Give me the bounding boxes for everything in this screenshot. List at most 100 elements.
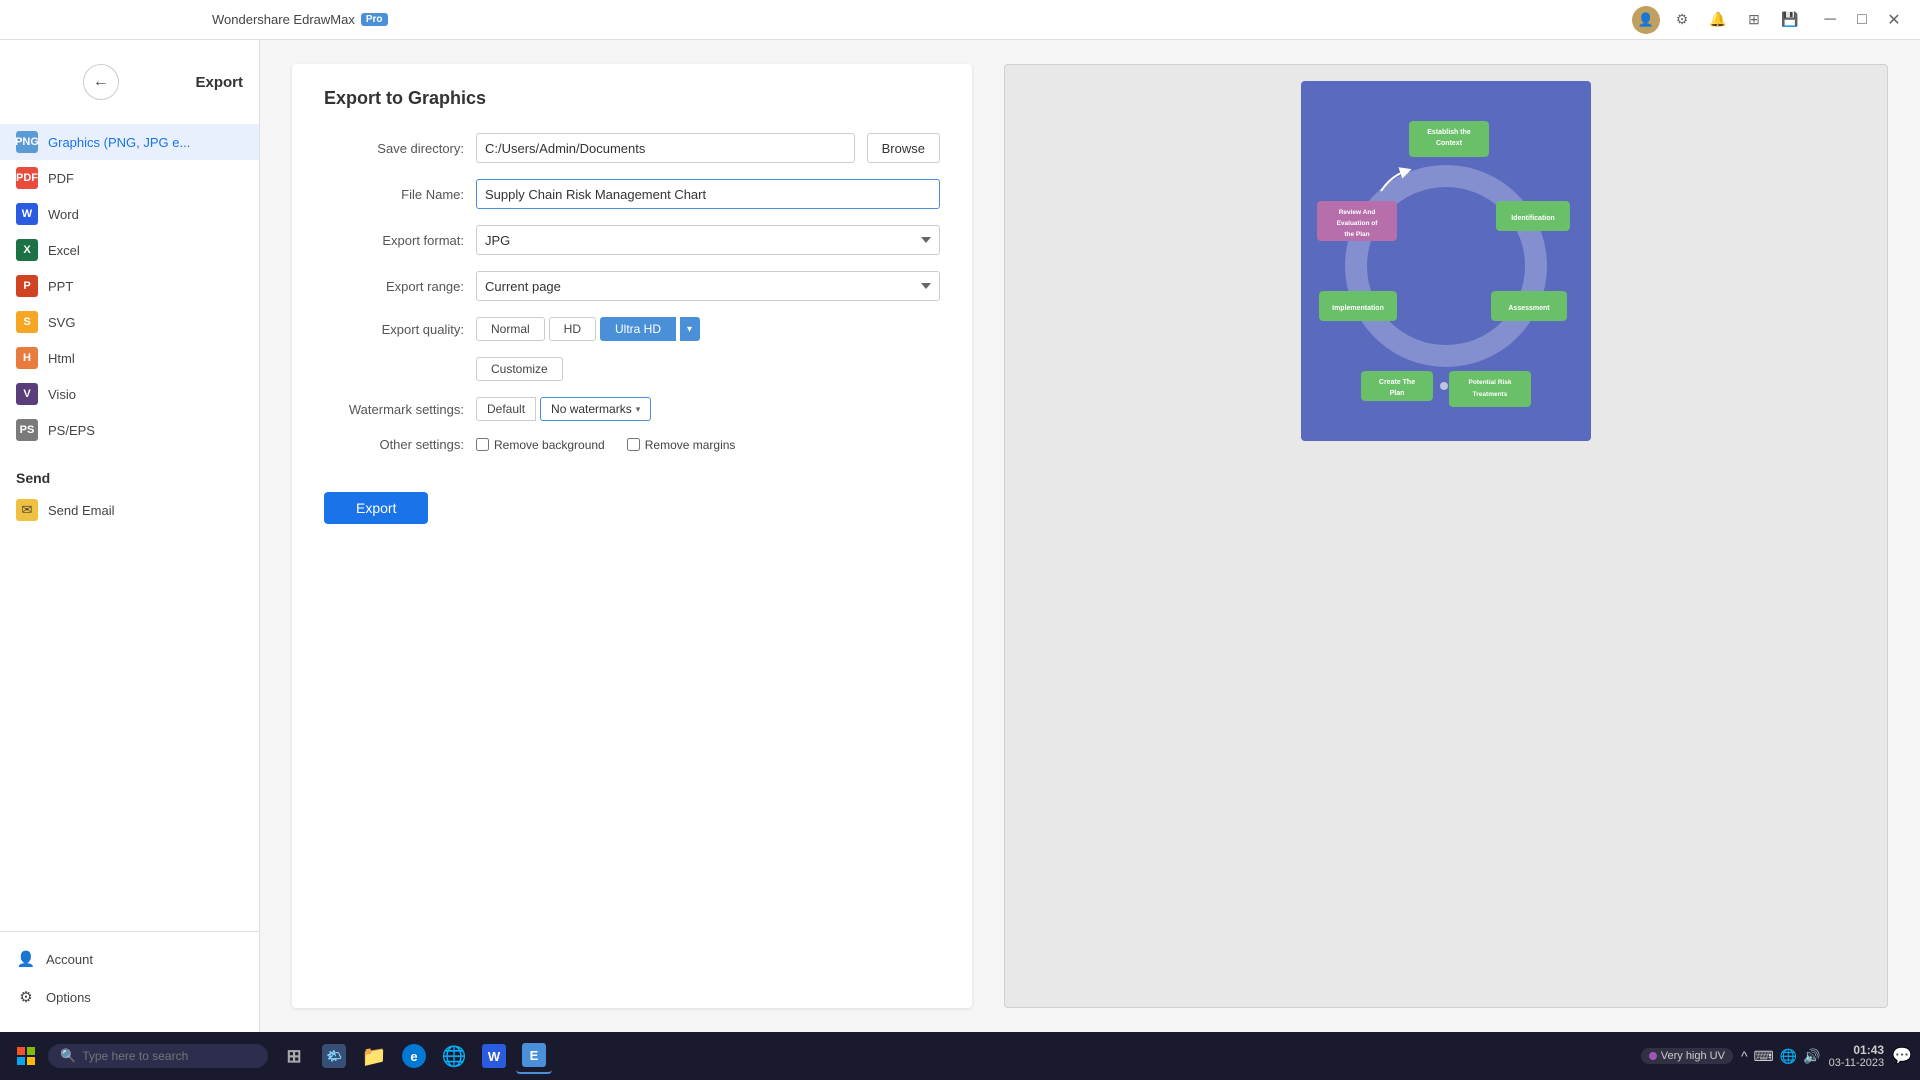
svg-text:Create The: Create The <box>1379 379 1415 386</box>
taskbar-app-word[interactable]: W <box>476 1038 512 1074</box>
notification-icon[interactable]: 💬 <box>1892 1046 1912 1066</box>
remove-margins-input[interactable] <box>627 438 640 451</box>
format-icon-html: H <box>16 347 38 369</box>
restore-button[interactable]: □ <box>1848 6 1876 34</box>
remove-background-input[interactable] <box>476 438 489 451</box>
options-icon: ⚙ <box>16 987 36 1007</box>
grid-icon[interactable]: ⊞ <box>1740 6 1768 34</box>
titlebar: Wondershare EdrawMax Pro 👤 ⚙ 🔔 ⊞ 💾 ─ □ ✕ <box>0 0 1920 40</box>
customize-row: Customize <box>324 357 940 381</box>
taskbar-app-edraw[interactable]: E <box>516 1038 552 1074</box>
watermark-no-watermarks-button[interactable]: No watermarks ▾ <box>540 397 651 421</box>
export-format-row: Export format: JPG PNG BMP TIFF <box>324 225 940 255</box>
taskbar-app-chrome[interactable]: 🌐 <box>436 1038 472 1074</box>
watermark-default-button[interactable]: Default <box>476 397 536 421</box>
send-section: Send ✉ Send Email <box>0 456 259 536</box>
app-body: ← Export PNG Graphics (PNG, JPG e... PDF… <box>0 40 1920 1032</box>
preview-panel: Establish the Context Identification Ass… <box>1004 64 1888 1008</box>
taskbar-apps: ⊞ 🌤 📁 e 🌐 W E <box>276 1038 552 1074</box>
preview-image: Establish the Context Identification Ass… <box>1301 81 1591 441</box>
close-button[interactable]: ✕ <box>1880 6 1908 34</box>
watermark-group: Default No watermarks ▾ <box>476 397 651 421</box>
network-icon[interactable]: 🌐 <box>1780 1048 1797 1065</box>
format-item-excel[interactable]: X Excel <box>0 232 259 268</box>
format-icon-ps: PS <box>16 419 38 441</box>
send-email-icon: ✉ <box>16 499 38 521</box>
quality-ultrahd-button[interactable]: Ultra HD <box>600 317 676 341</box>
taskbar-app-explorer[interactable]: 📁 <box>356 1038 392 1074</box>
format-item-graphics[interactable]: PNG Graphics (PNG, JPG e... <box>0 124 259 160</box>
taskbar-clock[interactable]: 01:43 03-11-2023 <box>1829 1043 1884 1069</box>
export-quality-label: Export quality: <box>324 322 464 337</box>
start-button[interactable] <box>8 1038 44 1074</box>
taskbar-date-display: 03-11-2023 <box>1829 1057 1884 1069</box>
volume-icon[interactable]: 🔊 <box>1803 1048 1820 1065</box>
quality-dropdown-arrow[interactable]: ▾ <box>680 317 700 341</box>
save-directory-input[interactable] <box>476 133 855 163</box>
save-directory-row: Save directory: Browse <box>324 133 940 163</box>
svg-text:Plan: Plan <box>1390 390 1405 397</box>
export-format-label: Export format: <box>324 233 464 248</box>
format-item-visio[interactable]: V Visio <box>0 376 259 412</box>
minimize-button[interactable]: ─ <box>1816 6 1844 34</box>
taskbar-app-taskview[interactable]: ⊞ <box>276 1038 312 1074</box>
sidebar-item-account[interactable]: 👤 Account <box>0 940 259 978</box>
export-range-select[interactable]: Current page All pages Selected area <box>476 271 940 301</box>
save-cloud-icon[interactable]: 💾 <box>1776 6 1804 34</box>
taskbar-search[interactable]: 🔍 <box>48 1044 268 1068</box>
taskbar: 🔍 ⊞ 🌤 📁 e 🌐 W E Very <box>0 1032 1920 1080</box>
app-title: Wondershare EdrawMax Pro <box>212 12 388 27</box>
export-panel-title: Export to Graphics <box>324 88 940 109</box>
taskbar-time-display: 01:43 <box>1853 1043 1884 1057</box>
cycle-diagram-svg: Establish the Context Identification Ass… <box>1301 81 1591 441</box>
file-name-input[interactable] <box>476 179 940 209</box>
remove-margins-checkbox[interactable]: Remove margins <box>627 438 736 452</box>
format-item-html[interactable]: H Html <box>0 340 259 376</box>
save-directory-label: Save directory: <box>324 141 464 156</box>
quality-hd-button[interactable]: HD <box>549 317 596 341</box>
taskbar-search-input[interactable] <box>82 1049 242 1063</box>
uv-indicator: Very high UV <box>1641 1048 1733 1064</box>
user-avatar-icon[interactable]: 👤 <box>1632 6 1660 34</box>
customize-button[interactable]: Customize <box>476 357 563 381</box>
format-item-word[interactable]: W Word <box>0 196 259 232</box>
quality-normal-button[interactable]: Normal <box>476 317 545 341</box>
format-icon-excel: X <box>16 239 38 261</box>
format-icon-pdf: PDF <box>16 167 38 189</box>
export-range-label: Export range: <box>324 279 464 294</box>
svg-text:Identification: Identification <box>1511 215 1555 222</box>
other-settings-row: Other settings: Remove background Remove… <box>324 437 940 452</box>
export-quality-row: Export quality: Normal HD Ultra HD ▾ <box>324 317 940 341</box>
svg-text:Potential Risk: Potential Risk <box>1469 379 1512 386</box>
format-list: PNG Graphics (PNG, JPG e... PDF PDF W Wo… <box>0 116 259 456</box>
bell-icon[interactable]: 🔔 <box>1704 6 1732 34</box>
svg-text:Context: Context <box>1436 140 1463 147</box>
settings-icon[interactable]: ⚙ <box>1668 6 1696 34</box>
format-icon-visio: V <box>16 383 38 405</box>
svg-text:the Plan: the Plan <box>1344 231 1369 238</box>
chevron-up-icon[interactable]: ^ <box>1741 1048 1748 1064</box>
export-format-select[interactable]: JPG PNG BMP TIFF <box>476 225 940 255</box>
svg-text:Assessment: Assessment <box>1508 305 1550 312</box>
svg-text:Implementation: Implementation <box>1332 305 1384 312</box>
format-item-pseps[interactable]: PS PS/EPS <box>0 412 259 448</box>
format-icon-svg: S <box>16 311 38 333</box>
format-item-ppt[interactable]: P PPT <box>0 268 259 304</box>
browse-button[interactable]: Browse <box>867 133 940 163</box>
export-button[interactable]: Export <box>324 492 428 524</box>
back-button[interactable]: ← <box>83 64 119 100</box>
format-item-svg[interactable]: S SVG <box>0 304 259 340</box>
format-item-pdf[interactable]: PDF PDF <box>0 160 259 196</box>
sidebar-item-options[interactable]: ⚙ Options <box>0 978 259 1016</box>
taskbar-app-edge[interactable]: e <box>396 1038 432 1074</box>
sidebar: ← Export PNG Graphics (PNG, JPG e... PDF… <box>0 40 260 1032</box>
remove-background-checkbox[interactable]: Remove background <box>476 438 605 452</box>
sidebar-bottom: 👤 Account ⚙ Options <box>0 931 259 1024</box>
svg-text:Establish the: Establish the <box>1427 129 1471 136</box>
send-title: Send <box>0 464 259 492</box>
format-icon-ppt: P <box>16 275 38 297</box>
send-email-item[interactable]: ✉ Send Email <box>0 492 259 528</box>
taskbar-app-widgets[interactable]: 🌤 <box>316 1038 352 1074</box>
svg-text:Evaluation of: Evaluation of <box>1337 220 1379 227</box>
watermark-row: Watermark settings: Default No watermark… <box>324 397 940 421</box>
